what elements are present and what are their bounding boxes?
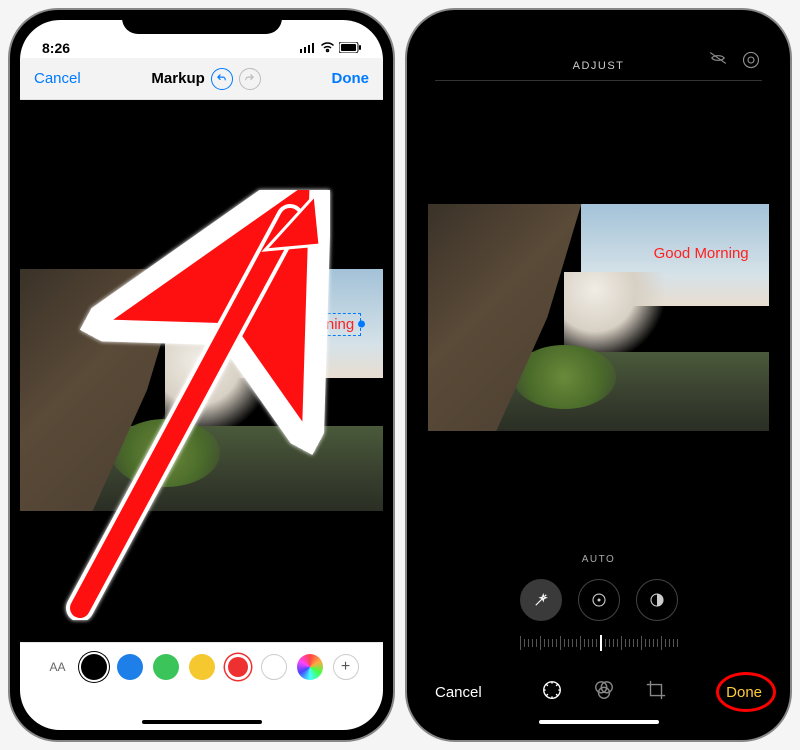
done-button[interactable]: Done bbox=[331, 70, 369, 87]
swatch-yellow[interactable] bbox=[189, 654, 215, 680]
photo-content: Good Morning bbox=[20, 269, 383, 511]
brilliance-button[interactable] bbox=[636, 579, 678, 621]
filters-tab-icon[interactable] bbox=[593, 679, 615, 706]
page-title: Markup bbox=[151, 70, 204, 87]
annotation-text: Good Morning bbox=[259, 316, 354, 333]
home-indicator[interactable] bbox=[142, 720, 262, 724]
swatch-blue[interactable] bbox=[117, 654, 143, 680]
redo-button[interactable] bbox=[239, 68, 261, 90]
adjust-title: ADJUST bbox=[573, 60, 625, 72]
swatch-red[interactable] bbox=[225, 654, 251, 680]
text-annotation-box[interactable]: Good Morning bbox=[252, 313, 361, 336]
color-picker-bar: AA + bbox=[20, 642, 383, 690]
cancel-button[interactable]: Cancel bbox=[435, 684, 482, 701]
crop-tab-icon[interactable] bbox=[645, 679, 667, 706]
annotation-text: Good Morning bbox=[654, 245, 749, 262]
wifi-icon bbox=[320, 40, 335, 56]
undo-button[interactable] bbox=[211, 68, 233, 90]
home-indicator[interactable] bbox=[539, 720, 659, 724]
adjust-slider[interactable]: document.write(Array.from({length:40},(_… bbox=[447, 631, 750, 655]
add-annotation-button[interactable]: + bbox=[333, 654, 359, 680]
status-time: 8:26 bbox=[42, 40, 70, 56]
done-button[interactable]: Done bbox=[726, 684, 762, 701]
auto-enhance-button[interactable] bbox=[520, 579, 562, 621]
swatch-white[interactable] bbox=[261, 654, 287, 680]
swatch-green[interactable] bbox=[153, 654, 179, 680]
markup-navbar: Cancel Markup Done bbox=[20, 58, 383, 100]
markup-canvas[interactable]: Good Morning bbox=[20, 100, 383, 680]
swatch-rainbow[interactable] bbox=[297, 654, 323, 680]
exposure-button[interactable] bbox=[578, 579, 620, 621]
adjust-controls bbox=[417, 579, 780, 621]
info-icon[interactable] bbox=[742, 51, 760, 72]
adjust-canvas[interactable]: Good Morning bbox=[417, 81, 780, 554]
cancel-button[interactable]: Cancel bbox=[34, 70, 81, 87]
adjust-tab-icon[interactable] bbox=[541, 679, 563, 706]
swatch-black[interactable] bbox=[81, 654, 107, 680]
battery-icon bbox=[339, 40, 361, 56]
auto-label: AUTO bbox=[417, 554, 780, 565]
signal-icon bbox=[300, 40, 316, 56]
text-style-button[interactable]: AA bbox=[45, 660, 71, 674]
photo-content: Good Morning bbox=[428, 204, 769, 431]
hide-icon[interactable] bbox=[708, 51, 728, 72]
